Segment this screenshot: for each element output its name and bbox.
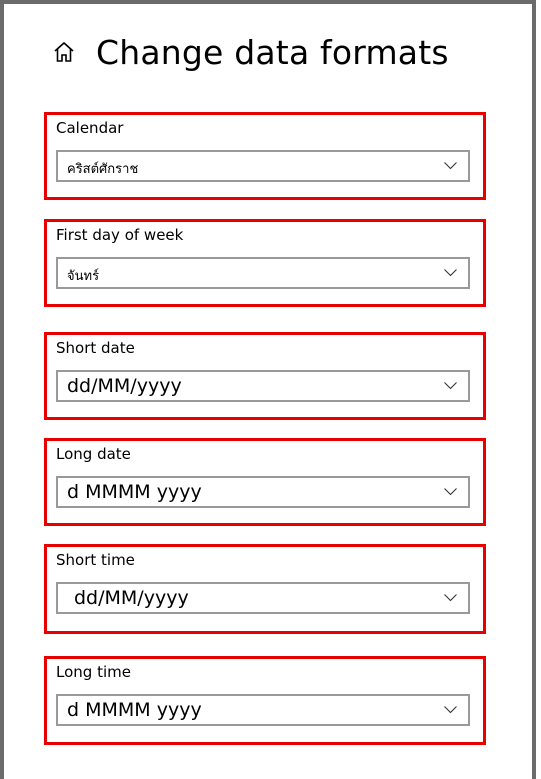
calendar-dropdown[interactable]: คริสต์ศักราช — [56, 150, 470, 182]
long-date-setting-group: Long date d MMMM yyyy — [44, 438, 486, 526]
short-time-dropdown[interactable]: dd/MM/yyyy — [56, 582, 470, 614]
long-time-dropdown[interactable]: d MMMM yyyy — [56, 694, 470, 726]
chevron-down-icon — [444, 488, 457, 496]
settings-window: Change data formats Calendar คริสต์ศักรา… — [0, 0, 536, 779]
calendar-value: คริสต์ศักราช — [67, 162, 139, 177]
short-date-value: dd/MM/yyyy — [67, 375, 182, 397]
first-day-of-week-label: First day of week — [56, 226, 184, 244]
short-date-dropdown[interactable]: dd/MM/yyyy — [56, 370, 470, 402]
short-time-label: Short time — [56, 551, 135, 569]
calendar-setting-group: Calendar คริสต์ศักราช — [44, 112, 486, 200]
first-day-of-week-value: จันทร์ — [67, 269, 100, 284]
long-time-setting-group: Long time d MMMM yyyy — [44, 656, 486, 745]
first-day-of-week-setting-group: First day of week จันทร์ — [44, 219, 486, 307]
short-time-value: dd/MM/yyyy — [74, 587, 189, 609]
chevron-down-icon — [444, 594, 457, 602]
long-time-label: Long time — [56, 663, 131, 681]
chevron-down-icon — [444, 706, 457, 714]
calendar-label: Calendar — [56, 119, 124, 137]
long-time-value: d MMMM yyyy — [67, 699, 202, 721]
first-day-of-week-dropdown[interactable]: จันทร์ — [56, 257, 470, 289]
short-date-setting-group: Short date dd/MM/yyyy — [44, 332, 486, 420]
short-time-setting-group: Short time dd/MM/yyyy — [44, 544, 486, 634]
page-title: Change data formats — [96, 32, 449, 72]
chevron-down-icon — [444, 269, 457, 277]
long-date-label: Long date — [56, 445, 131, 463]
short-date-label: Short date — [56, 339, 135, 357]
long-date-dropdown[interactable]: d MMMM yyyy — [56, 476, 470, 508]
long-date-value: d MMMM yyyy — [67, 481, 202, 503]
chevron-down-icon — [444, 162, 457, 170]
home-icon[interactable] — [52, 40, 76, 64]
page-header: Change data formats — [52, 26, 449, 78]
chevron-down-icon — [444, 382, 457, 390]
